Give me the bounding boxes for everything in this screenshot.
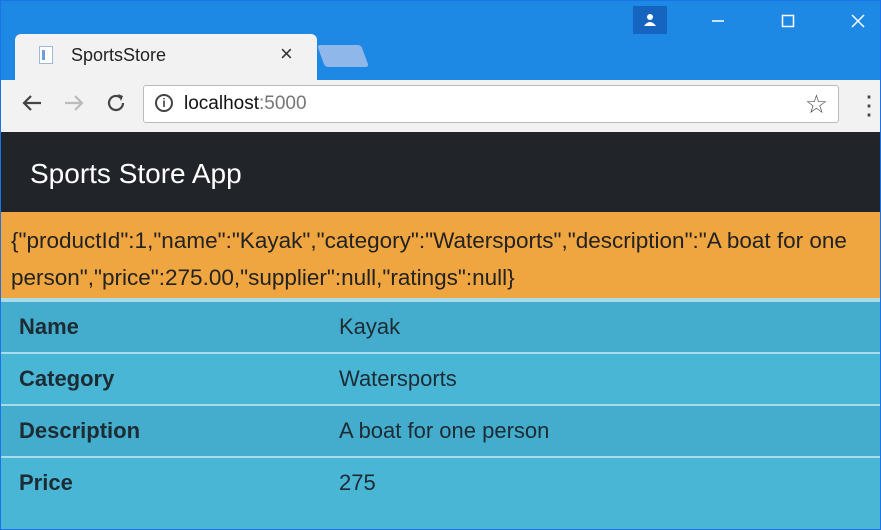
menu-dots-icon[interactable]: ⋮ — [856, 90, 880, 120]
title-bar: SportsStore × — [1, 1, 880, 81]
product-details-table: Name Kayak Category Watersports Descript… — [1, 298, 880, 529]
table-row: Description A boat for one person — [1, 404, 880, 457]
info-icon[interactable]: i — [155, 94, 173, 112]
close-window-button[interactable] — [833, 7, 880, 37]
reload-icon — [107, 94, 125, 112]
minimize-button[interactable] — [693, 7, 743, 37]
table-row: Category Watersports — [1, 352, 880, 405]
browser-tab[interactable]: SportsStore × — [15, 34, 317, 80]
tab-title: SportsStore — [71, 45, 167, 65]
new-tab-button[interactable] — [316, 45, 370, 67]
tab-close-button[interactable]: × — [280, 42, 293, 66]
page-content: Sports Store App {"productId":1,"name":"… — [1, 132, 880, 529]
address-bar[interactable]: i localhost:5000 ☆ — [143, 85, 839, 123]
row-label: Category — [1, 352, 321, 405]
navbar: Sports Store App — [1, 132, 880, 212]
row-label: Name — [1, 298, 321, 353]
back-arrow-icon — [22, 95, 41, 111]
forward-arrow-icon — [65, 95, 84, 111]
browser-window: SportsStore × i localhost:5000 ☆ ⋮ Sport… — [0, 0, 881, 530]
table-row: Name Kayak — [1, 298, 880, 353]
row-label: Description — [1, 404, 321, 457]
maximize-button[interactable] — [763, 7, 813, 37]
table-row: Price 275 — [1, 456, 880, 509]
browser-toolbar: i localhost:5000 ☆ ⋮ — [1, 80, 880, 133]
row-value: A boat for one person — [321, 404, 880, 457]
table-filler — [1, 508, 880, 529]
json-output: {"productId":1,"name":"Kayak","category"… — [1, 212, 880, 298]
url-port: :5000 — [259, 93, 307, 114]
url-host: localhost — [184, 93, 259, 114]
forward-button[interactable] — [59, 90, 89, 120]
reload-button[interactable] — [101, 90, 131, 120]
user-icon[interactable] — [633, 6, 667, 34]
row-value: Watersports — [321, 352, 880, 405]
back-button[interactable] — [17, 90, 47, 120]
app-title: Sports Store App — [30, 158, 242, 189]
url-text: localhost:5000 — [184, 93, 307, 115]
page-favicon-icon — [39, 46, 53, 64]
row-label: Price — [1, 456, 321, 509]
row-value: 275 — [321, 456, 880, 509]
star-icon[interactable]: ☆ — [805, 89, 828, 120]
row-value: Kayak — [321, 298, 880, 353]
